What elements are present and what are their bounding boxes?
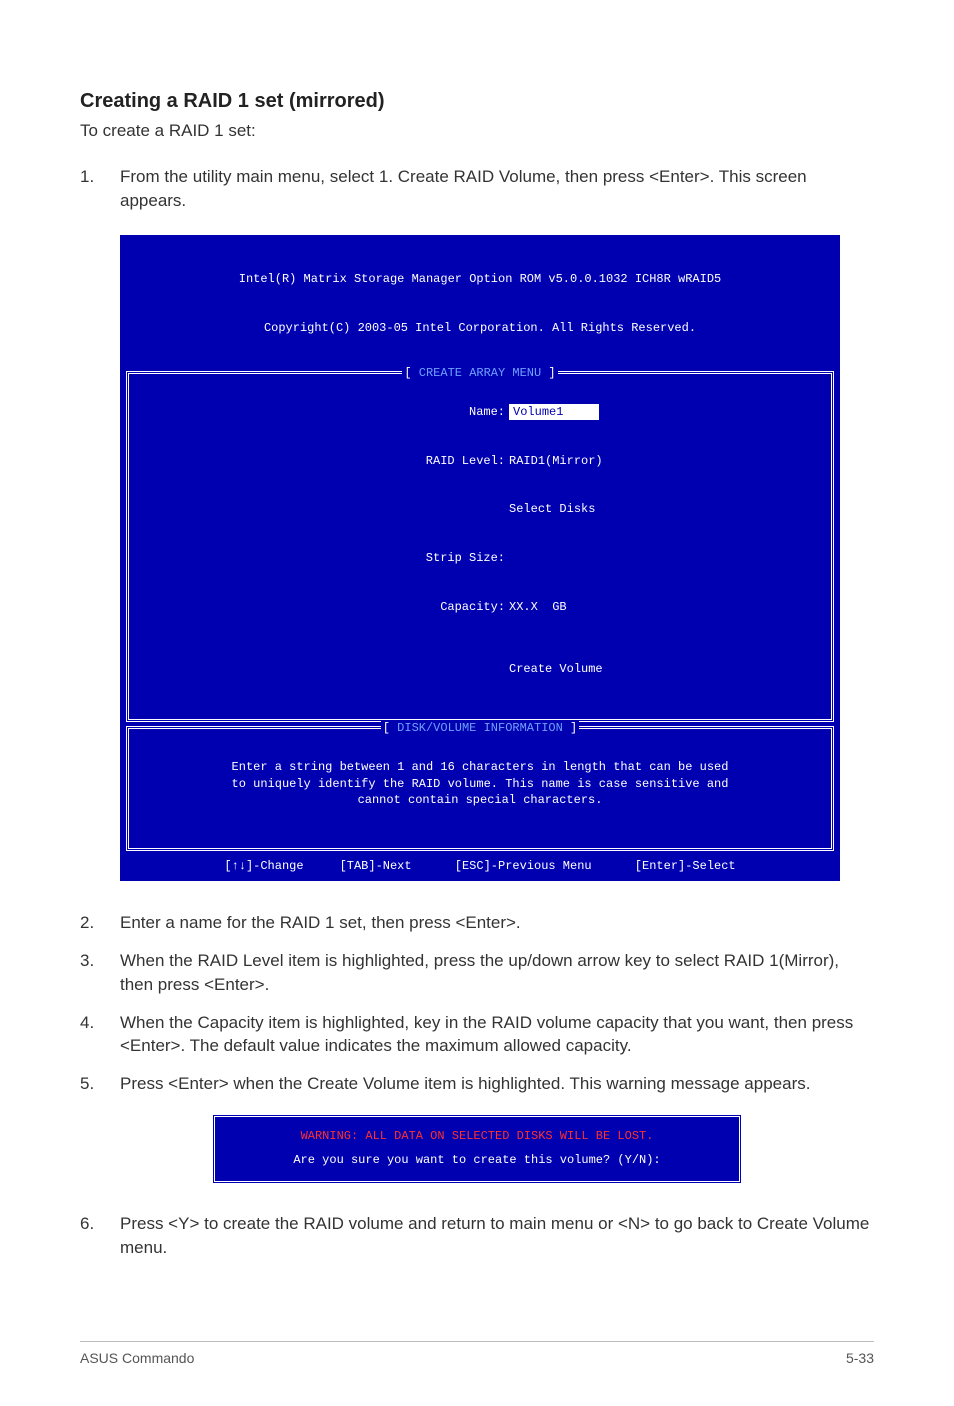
disk-volume-panel: DISK/VOLUME INFORMATION Enter a string b… — [126, 726, 834, 851]
warning-heading: WARNING: ALL DATA ON SELECTED DISKS WILL… — [233, 1129, 721, 1143]
step-2: Enter a name for the RAID 1 set, then pr… — [80, 911, 874, 935]
capacity-value[interactable]: XX.X GB — [505, 599, 567, 615]
strip-size-label: Strip Size: — [215, 550, 505, 566]
name-label: Name: — [215, 404, 505, 420]
disk-volume-help: Enter a string between 1 and 16 characte… — [143, 759, 817, 808]
create-volume-action[interactable]: Create Volume — [505, 661, 603, 677]
step-6: Press <Y> to create the RAID volume and … — [80, 1212, 874, 1260]
capacity-label: Capacity: — [215, 599, 505, 615]
raid-level-label: RAID Level: — [215, 453, 505, 469]
warning-body: Are you sure you want to create this vol… — [233, 1153, 721, 1167]
section-heading: Creating a RAID 1 set (mirrored) — [80, 90, 874, 113]
console-title-line1: Intel(R) Matrix Storage Manager Option R… — [126, 271, 834, 287]
console-title-line2: Copyright(C) 2003-05 Intel Corporation. … — [126, 320, 834, 336]
step-1: From the utility main menu, select 1. Cr… — [80, 165, 874, 213]
footer-right: 5-33 — [846, 1350, 874, 1366]
step-5: Press <Enter> when the Create Volume ite… — [80, 1072, 874, 1096]
create-array-panel: CREATE ARRAY MENU Name:Volume1 RAID Leve… — [126, 371, 834, 722]
raid-level-value[interactable]: RAID1(Mirror) — [505, 453, 603, 469]
select-disks[interactable]: Select Disks — [505, 501, 595, 517]
step-4: When the Capacity item is highlighted, k… — [80, 1011, 874, 1059]
console-footer-keys: [↑↓]-Change [TAB]-Next [ESC]-Previous Me… — [120, 855, 840, 881]
step-3: When the RAID Level item is highlighted,… — [80, 949, 874, 997]
create-array-panel-title: CREATE ARRAY MENU — [402, 365, 557, 381]
section-intro: To create a RAID 1 set: — [80, 121, 874, 141]
disk-volume-panel-title: DISK/VOLUME INFORMATION — [381, 720, 579, 736]
bios-screenshot: Intel(R) Matrix Storage Manager Option R… — [120, 235, 840, 882]
warning-dialog: WARNING: ALL DATA ON SELECTED DISKS WILL… — [212, 1114, 742, 1184]
footer-left: ASUS Commando — [80, 1350, 194, 1366]
name-field[interactable]: Volume1 — [509, 404, 599, 420]
